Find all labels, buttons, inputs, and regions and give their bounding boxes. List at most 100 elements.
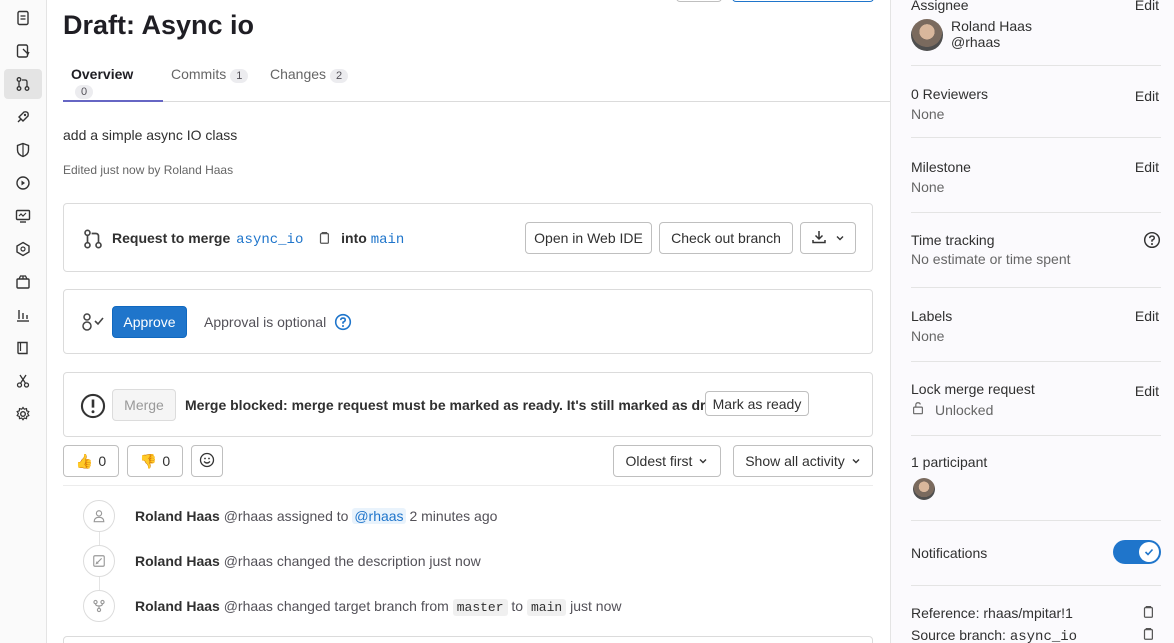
header-action-button[interactable] bbox=[676, 0, 722, 2]
milestone-value: None bbox=[911, 179, 945, 195]
merge-button[interactable]: Merge bbox=[112, 389, 176, 421]
activity-filter-label: Show all activity bbox=[745, 453, 845, 469]
activity-action: changed the description just now bbox=[276, 553, 481, 569]
participants-title: 1 participant bbox=[911, 454, 988, 470]
divider bbox=[911, 520, 1161, 521]
tab-commits[interactable]: Commits 1 bbox=[163, 60, 261, 101]
check-out-branch-button[interactable]: Check out branch bbox=[659, 222, 793, 254]
merge-prefix: Request to merge bbox=[112, 230, 231, 246]
help-icon[interactable] bbox=[334, 313, 352, 334]
download-icon bbox=[811, 229, 827, 248]
activity-author[interactable]: Roland Haas bbox=[135, 508, 220, 524]
reviewers-edit-link[interactable]: Edit bbox=[1135, 88, 1159, 104]
activity-action: assigned to bbox=[276, 508, 349, 524]
download-dropdown-button[interactable] bbox=[800, 222, 856, 254]
activity-author[interactable]: Roland Haas bbox=[135, 598, 220, 614]
lock-edit-link[interactable]: Edit bbox=[1135, 383, 1159, 399]
divider bbox=[911, 137, 1161, 138]
header-code-button[interactable] bbox=[732, 0, 874, 2]
target-branch-link[interactable]: main bbox=[371, 232, 405, 248]
user-mention[interactable]: @rhaas bbox=[352, 508, 406, 524]
thumbs-up-count: 0 bbox=[98, 453, 107, 469]
sort-label: Oldest first bbox=[625, 453, 693, 469]
activity-handle[interactable]: @rhaas bbox=[224, 553, 273, 569]
notifications-toggle[interactable] bbox=[1113, 540, 1161, 564]
divider bbox=[911, 212, 1161, 213]
reviewers-title: 0 Reviewers bbox=[911, 86, 989, 102]
tab-changes[interactable]: Changes 2 bbox=[262, 60, 362, 101]
assignee-edit-link[interactable]: Edit bbox=[1135, 0, 1159, 13]
chevron-down-icon bbox=[698, 453, 708, 469]
reviewers-section: 0 Reviewers Edit None bbox=[911, 86, 1161, 122]
assignee-handle[interactable]: @rhaas bbox=[951, 34, 1000, 50]
labels-edit-link[interactable]: Edit bbox=[1135, 308, 1159, 324]
merge-info-panel: Request to merge async_io into main Open… bbox=[63, 203, 873, 272]
activity-author[interactable]: Roland Haas bbox=[135, 553, 220, 569]
packages-icon[interactable] bbox=[4, 267, 42, 297]
activity-to: to bbox=[511, 597, 524, 614]
approval-optional-text: Approval is optional bbox=[204, 314, 327, 330]
thumbs-down-button[interactable]: 👎 0 bbox=[127, 445, 183, 477]
warning-icon bbox=[80, 393, 106, 422]
source-branch-value: async_io bbox=[1009, 629, 1078, 643]
deployments-icon[interactable] bbox=[4, 102, 42, 132]
time-tracking-title: Time tracking bbox=[911, 232, 995, 248]
reviewers-value: None bbox=[911, 106, 945, 122]
snippets-icon[interactable] bbox=[4, 366, 42, 396]
edited-note: Edited just now by Roland Haas bbox=[63, 163, 234, 177]
mr-tabs: Overview 0 Commits 1 Changes 2 bbox=[63, 60, 890, 102]
tab-commits-count: 1 bbox=[230, 69, 249, 83]
activity-time: just now bbox=[570, 597, 622, 614]
thumbs-up-button[interactable]: 👍 0 bbox=[63, 445, 119, 477]
mark-as-ready-button[interactable]: Mark as ready bbox=[705, 391, 809, 416]
source-branch-link[interactable]: async_io bbox=[236, 232, 303, 248]
copy-branch-icon[interactable] bbox=[317, 231, 331, 248]
time-tracking-value: No estimate or time spent bbox=[911, 251, 1071, 267]
divider bbox=[911, 435, 1161, 436]
milestone-edit-link[interactable]: Edit bbox=[1135, 159, 1159, 175]
security-icon[interactable] bbox=[4, 135, 42, 165]
infrastructure-icon[interactable] bbox=[4, 234, 42, 264]
settings-icon[interactable] bbox=[4, 399, 42, 429]
help-icon[interactable] bbox=[1143, 231, 1161, 252]
participant-avatar[interactable] bbox=[913, 478, 935, 500]
tab-overview[interactable]: Overview 0 bbox=[63, 60, 163, 102]
branch-icon bbox=[83, 590, 115, 622]
tab-overview-count: 0 bbox=[75, 85, 94, 99]
unlock-icon bbox=[911, 401, 925, 418]
assignee-name[interactable]: Roland Haas bbox=[951, 18, 1032, 34]
divider bbox=[911, 585, 1161, 586]
comment-box[interactable] bbox=[63, 636, 873, 643]
merge-request-icon bbox=[82, 228, 104, 253]
wiki-icon[interactable] bbox=[4, 333, 42, 363]
reference-text: Reference: rhaas/mpitar!1 bbox=[911, 605, 1073, 621]
merge-request-list-icon[interactable] bbox=[4, 36, 42, 66]
labels-value: None bbox=[911, 328, 945, 344]
activity-action: changed target branch from bbox=[276, 597, 449, 614]
analytics-icon[interactable] bbox=[4, 300, 42, 330]
lock-status: Unlocked bbox=[911, 401, 1161, 418]
tab-changes-count: 2 bbox=[330, 69, 349, 83]
thumbs-up-icon: 👍 bbox=[75, 452, 94, 469]
open-web-ide-button[interactable]: Open in Web IDE bbox=[525, 222, 652, 254]
user-icon bbox=[83, 500, 115, 532]
approve-button[interactable]: Approve bbox=[112, 306, 187, 338]
avatar[interactable] bbox=[911, 19, 943, 51]
activity-filter-dropdown[interactable]: Show all activity bbox=[733, 445, 873, 477]
add-reaction-button[interactable] bbox=[191, 445, 223, 477]
lock-title: Lock merge request bbox=[911, 381, 1035, 397]
operations-icon[interactable] bbox=[4, 168, 42, 198]
activity-handle[interactable]: @rhaas bbox=[224, 508, 273, 524]
source-branch-row: Source branch: async_io bbox=[911, 627, 1077, 643]
sort-dropdown[interactable]: Oldest first bbox=[613, 445, 721, 477]
monitor-icon[interactable] bbox=[4, 201, 42, 231]
pencil-icon bbox=[83, 545, 115, 577]
activity-time: 2 minutes ago bbox=[409, 508, 498, 524]
issues-icon[interactable] bbox=[4, 3, 42, 33]
copy-reference-icon[interactable] bbox=[1141, 605, 1155, 622]
copy-source-branch-icon[interactable] bbox=[1141, 627, 1155, 643]
lock-value: Unlocked bbox=[935, 401, 994, 418]
merge-requests-icon[interactable] bbox=[4, 69, 42, 99]
activity-item: Roland Haas @rhaas assigned to @rhaas 2 … bbox=[83, 500, 497, 532]
activity-handle[interactable]: @rhaas bbox=[224, 598, 273, 614]
